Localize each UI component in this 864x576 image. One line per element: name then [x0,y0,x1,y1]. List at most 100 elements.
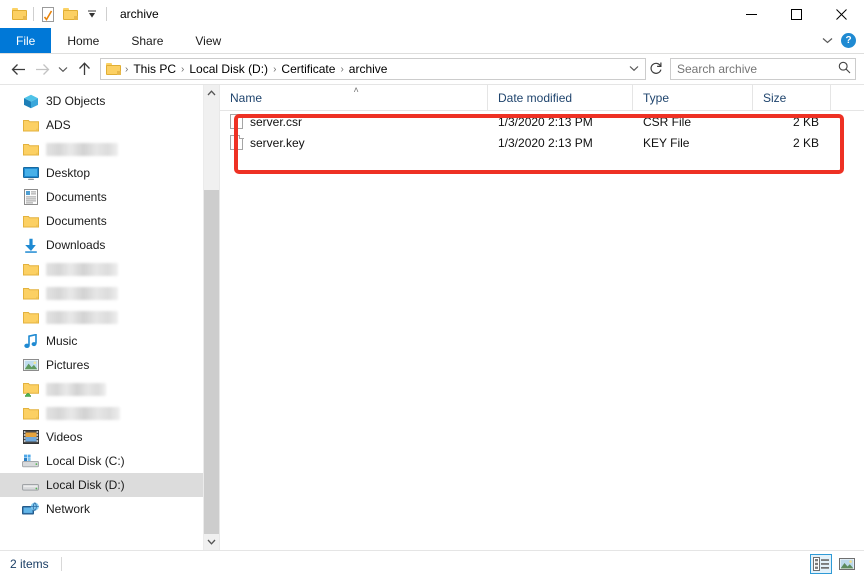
folder-icon [22,214,39,229]
address-bar: › This PC › Local Disk (D:) › Certificat… [0,54,864,84]
file-size-label: 2 KB [792,114,819,129]
file-type-cell: CSR File [633,115,753,129]
column-header-name[interactable]: Name ˄ [220,85,488,110]
large-icons-view-button[interactable] [836,554,858,574]
sidebar-item-hidden-8[interactable] [0,281,203,305]
column-header-type-label: Type [643,90,670,105]
sidebar-item-documents[interactable]: Documents [0,209,203,233]
navigation-scrollbar[interactable] [203,85,219,550]
navigation-tree: 3D Objects ADS Desktop Documents Documents Do… [0,85,203,550]
network-icon [22,501,39,517]
forward-button[interactable] [30,57,54,81]
breadcrumb-item-archive[interactable]: archive [345,59,392,79]
recent-locations-chevron-down-icon[interactable] [54,57,72,81]
file-rows: server.csr 1/3/2020 2:13 PM CSR File 2 KB se… [220,111,864,550]
sidebar-item-label: Documents [46,214,107,228]
back-button[interactable] [6,57,30,81]
pictures-icon [22,358,39,373]
sidebar-item-pictures[interactable]: Pictures [0,353,203,377]
sidebar-item-hidden-9[interactable] [0,305,203,329]
sidebar-item-music[interactable]: Music [0,329,203,353]
folder-icon [22,310,39,325]
scrollbar-thumb[interactable] [204,190,219,534]
search-box[interactable] [670,58,856,80]
column-header-date-modified[interactable]: Date modified [488,85,633,110]
file-type-label: KEY File [643,135,690,150]
drive-icon [22,478,39,493]
file-name-cell[interactable]: server.key [220,135,488,150]
sidebar-item-label: Videos [46,430,83,444]
sidebar-item-local-disk-d[interactable]: Local Disk (D:) [0,473,203,497]
tab-view[interactable]: View [179,28,237,53]
address-dropdown-chevron-down-icon[interactable] [625,64,643,75]
sidebar-item-local-disk-c[interactable]: Local Disk (C:) [0,449,203,473]
breadcrumb-item-certificate[interactable]: Certificate [277,59,339,79]
close-button[interactable] [819,0,864,28]
explorer-body: 3D Objects ADS Desktop Documents Documents Do… [0,84,864,550]
new-folder-icon[interactable] [59,4,81,24]
column-header-row: Name ˄ Date modified Type Size [220,85,864,111]
sidebar-item-documents[interactable]: Documents [0,185,203,209]
sidebar-item-label-redacted [46,310,118,324]
sidebar-item-ads[interactable]: ADS [0,113,203,137]
file-icon [230,114,244,129]
tab-share[interactable]: Share [115,28,179,53]
table-row[interactable]: server.key 1/3/2020 2:13 PM KEY File 2 KB [220,132,864,153]
sidebar-item-label: Documents [46,190,107,204]
column-header-size[interactable]: Size [753,85,831,110]
minimize-button[interactable] [729,0,774,28]
status-bar: 2 items [0,550,864,576]
properties-icon[interactable] [37,4,59,24]
file-name-cell[interactable]: server.csr [220,114,488,129]
sidebar-item-hidden-13[interactable] [0,401,203,425]
folder-icon [22,118,39,133]
scroll-up-arrow-icon[interactable] [204,85,219,101]
search-input[interactable] [677,62,838,76]
file-name-label: server.key [250,135,305,150]
sidebar-item-3d-objects[interactable]: 3D Objects [0,89,203,113]
scroll-down-arrow-icon[interactable] [204,534,219,550]
sidebar-item-label: ADS [46,118,71,132]
videos-icon [22,430,39,445]
table-row[interactable]: server.csr 1/3/2020 2:13 PM CSR File 2 KB [220,111,864,132]
desktop-icon [22,166,39,181]
tab-file[interactable]: File [0,28,52,53]
sidebar-item-desktop[interactable]: Desktop [0,161,203,185]
sidebar-item-hidden-7[interactable] [0,257,203,281]
details-view-button[interactable] [810,553,832,574]
sort-ascending-icon: ˄ [353,85,359,95]
sidebar-item-label: Local Disk (C:) [46,454,125,468]
divider [106,7,107,21]
maximize-button[interactable] [774,0,819,28]
3d-objects-icon [22,94,39,109]
column-header-type[interactable]: Type [633,85,753,110]
shared-folder-icon [22,382,39,397]
sidebar-item-label-redacted [46,142,118,156]
sidebar-item-videos[interactable]: Videos [0,425,203,449]
folder-icon[interactable] [8,4,30,24]
documents-library-icon [22,189,39,205]
up-button[interactable] [72,57,96,81]
folder-icon [22,142,39,157]
breadcrumb-bar[interactable]: › This PC › Local Disk (D:) › Certificat… [100,58,646,80]
sidebar-item-label-redacted [46,262,118,276]
tab-home[interactable]: Home [51,28,115,53]
expand-ribbon-chevron-down-icon[interactable] [822,35,833,47]
help-icon[interactable]: ? [841,33,856,48]
sidebar-item-hidden-12[interactable] [0,377,203,401]
breadcrumb-item-this-pc[interactable]: This PC [129,59,180,79]
downloads-icon [22,238,39,253]
date-modified-cell: 1/3/2020 2:13 PM [488,115,633,129]
sidebar-item-hidden-2[interactable] [0,137,203,161]
customize-quick-access-chevron-down-icon[interactable] [81,4,103,24]
sidebar-item-label-redacted [46,382,106,396]
refresh-button[interactable] [646,61,666,78]
breadcrumb: › This PC › Local Disk (D:) › Certificat… [124,59,625,79]
sidebar-item-label: 3D Objects [46,94,106,108]
sidebar-item-network[interactable]: Network [0,497,203,521]
sidebar-item-downloads[interactable]: Downloads [0,233,203,257]
file-type-cell: KEY File [633,136,753,150]
file-icon [230,135,244,150]
breadcrumb-item-local-disk-d[interactable]: Local Disk (D:) [185,59,272,79]
search-icon[interactable] [838,61,851,77]
